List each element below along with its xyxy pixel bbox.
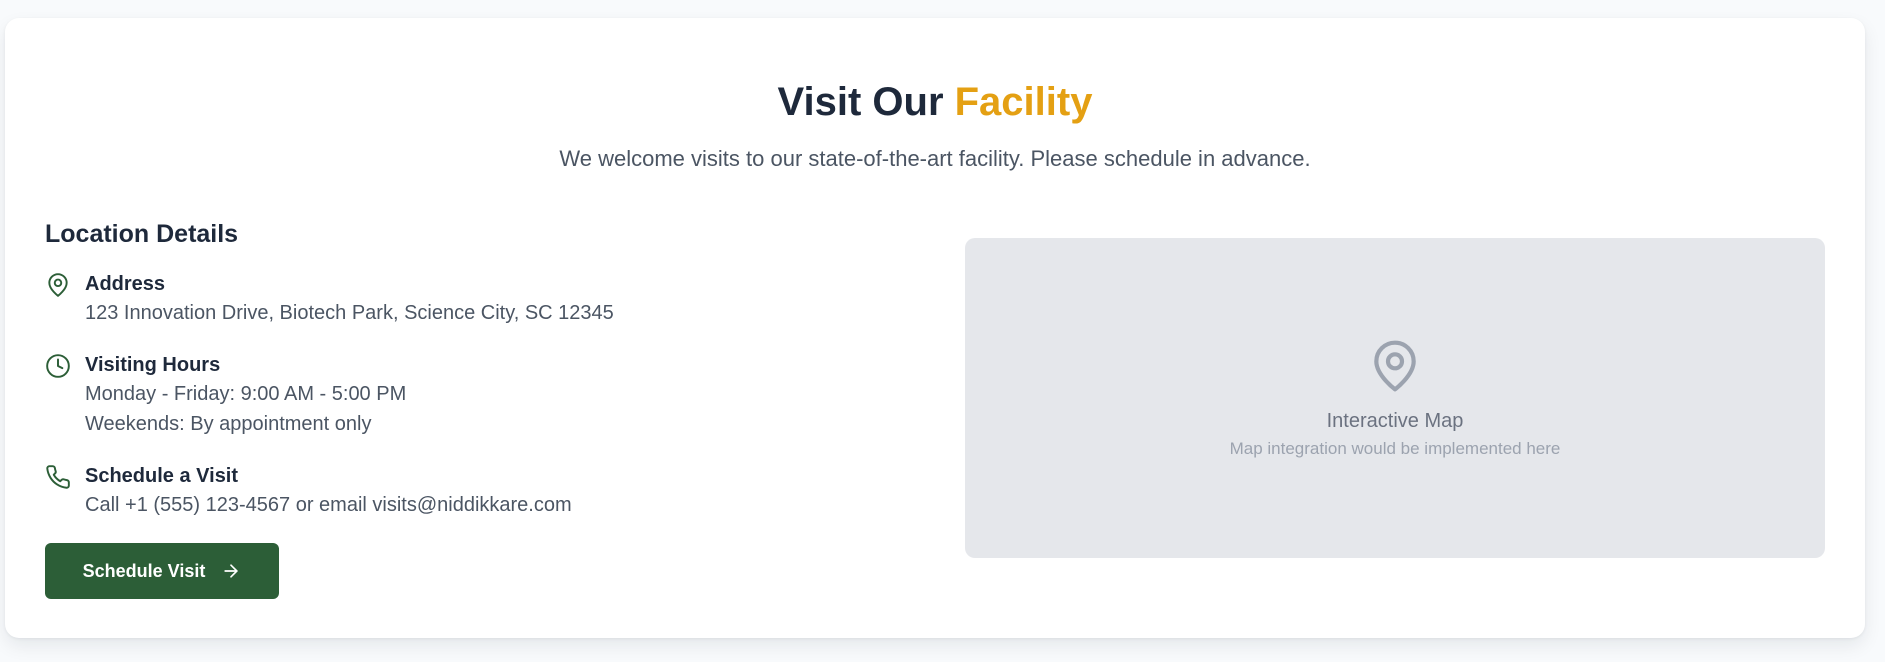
map-title: Interactive Map <box>1326 410 1464 432</box>
page-subtitle: We welcome visits to our state-of-the-ar… <box>559 146 1311 171</box>
visit-facility-card: Visit Our Facility We welcome visits to … <box>5 18 1865 638</box>
section-title: Location Details <box>45 220 239 248</box>
map-subtitle: Map integration would be implemented her… <box>1229 439 1561 458</box>
weekday-hours: Monday - Friday: 9:00 AM - 5:00 PM <box>85 383 407 405</box>
address-item: Address 123 Innovation Drive, Biotech Pa… <box>45 270 925 328</box>
address-text: 123 Innovation Drive, Biotech Park, Scie… <box>85 302 614 324</box>
schedule-visit-label: Schedule Visit <box>82 560 206 581</box>
phone-icon <box>45 464 71 490</box>
page-title: Visit Our Facility <box>5 78 1865 126</box>
arrow-right-icon <box>221 561 241 581</box>
interactive-map[interactable]: Interactive Map Map integration would be… <box>965 238 1825 558</box>
visiting-hours-item: Visiting Hours Monday - Friday: 9:00 AM … <box>45 351 925 439</box>
schedule-contact: Call +1 (555) 123-4567 or email visits@n… <box>85 494 572 516</box>
title-main: Visit Our <box>777 80 955 124</box>
weekend-hours: Weekends: By appointment only <box>85 413 372 435</box>
schedule-item: Schedule a Visit Call +1 (555) 123-4567 … <box>45 462 925 520</box>
title-accent: Facility <box>954 80 1093 124</box>
map-pin-icon <box>1367 338 1423 394</box>
clock-icon <box>45 353 71 379</box>
schedule-label: Schedule a Visit <box>85 465 239 487</box>
map-pin-icon <box>45 272 71 298</box>
address-label: Address <box>85 273 166 295</box>
schedule-visit-button[interactable]: Schedule Visit <box>45 543 279 599</box>
visiting-hours-label: Visiting Hours <box>85 354 221 376</box>
location-details: Location Details Address 123 Innovation … <box>45 218 925 543</box>
